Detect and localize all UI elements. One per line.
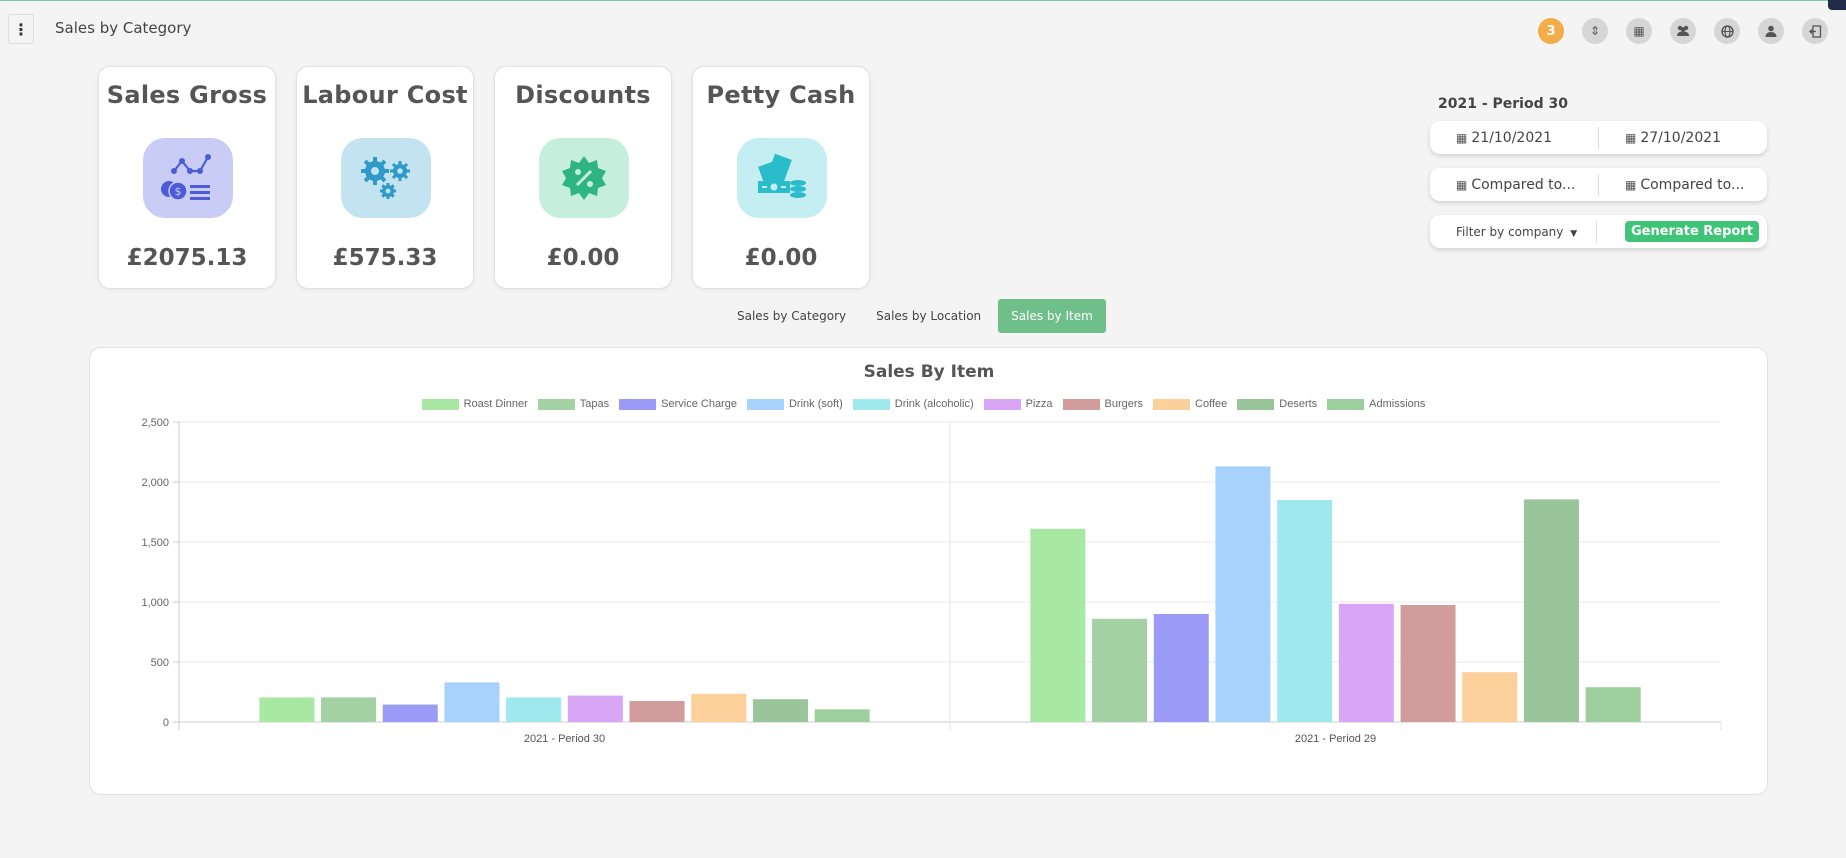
sort-icon[interactable]: ⇕ [1582,18,1608,44]
bar-admissions [1585,687,1641,722]
logout-icon[interactable] [1802,18,1828,44]
calendar-icon: ▦ [1456,130,1468,145]
sales-chart-icon: $ [143,138,233,218]
card-title: Petty Cash [706,81,856,109]
gears-icon [341,138,431,218]
bar-pizza [1338,603,1394,722]
sales-gross-card[interactable]: Sales Gross $ £2075.13 [98,66,276,289]
bar-service-charge [1153,614,1209,722]
chart-card: Roast Dinner Tapas Service Charge Drink (so… [89,347,1768,795]
caret-down-icon: ▼ [1570,228,1578,239]
compare-to-field[interactable]: ▦ Compared to... [1599,177,1767,193]
filter-label: Filter by company [1456,224,1564,239]
compare-range-picker: ▦ Compared to... ▦ Compared to... [1430,168,1767,201]
y-tick-label: 500 [151,657,169,669]
bar-tapas [1092,618,1148,722]
discount-badge-icon [539,138,629,218]
card-value: £0.00 [744,245,818,271]
x-tick-label: 2021 - Period 29 [1295,733,1376,745]
bar-drink-alcoholic [1277,500,1333,722]
date-range-picker: ▦ 21/10/2021 ▦ 27/10/2021 [1430,121,1767,154]
period-title: 2021 - Period 30 [1438,96,1568,112]
sales-by-item-chart: Sales By Item 0 500 1,000 1,500 2,000 2,500 202… [141,362,1722,745]
users-icon[interactable] [1670,18,1696,44]
bar-drink-soft [444,682,500,722]
card-title: Sales Gross [106,81,268,109]
calendar-icon: ▦ [1625,130,1637,145]
y-tick-label: 2,500 [141,417,169,429]
company-filter-dropdown[interactable]: Filter by company ▼ [1430,225,1596,239]
bar-roast-dinner [259,697,315,722]
bar-pizza [567,695,623,722]
bar-drink-alcoholic [506,697,562,722]
generate-report-button[interactable]: Generate Report [1625,221,1759,242]
divider [1596,220,1597,243]
bar-deserts [752,699,808,722]
card-value: £575.33 [332,245,438,271]
report-controls: Filter by company ▼ Generate Report [1430,215,1767,248]
grid-icon[interactable]: ▦ [1626,18,1652,44]
chart-title: Sales By Item [864,362,995,382]
bar-roast-dinner [1030,528,1086,722]
top-accent-line [0,0,1846,3]
y-tick-label: 2,000 [141,477,169,489]
bar-service-charge [382,704,438,722]
date-from-value: 21/10/2021 [1471,129,1553,146]
labour-cost-card[interactable]: Labour Cost £575.33 [296,66,474,289]
calendar-icon: ▦ [1456,177,1468,192]
tab-sales-by-location[interactable]: Sales by Location [863,299,994,333]
kebab-menu-icon[interactable]: ⋮ [8,14,34,44]
bar-drink-soft [1215,466,1271,722]
globe-icon[interactable] [1714,18,1740,44]
bar-burgers [1400,605,1456,722]
y-tick-label: 1,000 [141,597,169,609]
bar-admissions [814,709,870,722]
card-value: £0.00 [546,245,620,271]
bar-coffee [1462,672,1518,722]
user-icon[interactable] [1758,18,1784,44]
bar-tapas [321,697,377,722]
compare-from-field[interactable]: ▦ Compared to... [1430,177,1598,193]
compare-to-value: Compared to... [1640,176,1745,193]
cash-icon [737,138,827,218]
x-tick-label: 2021 - Period 30 [524,733,605,745]
y-tick-label: 0 [163,717,169,729]
card-value: £2075.13 [126,245,248,271]
bar-coffee [691,693,747,722]
date-from-field[interactable]: ▦ 21/10/2021 [1430,130,1598,146]
card-title: Labour Cost [302,81,468,109]
page-title: Sales by Category [55,19,192,37]
petty-cash-card[interactable]: Petty Cash £0.00 [692,66,870,289]
bar-deserts [1523,499,1579,722]
corner-widget[interactable] [1828,0,1846,10]
date-to-value: 27/10/2021 [1640,129,1722,146]
compare-from-value: Compared to... [1471,176,1576,193]
discounts-card[interactable]: Discounts £0.00 [494,66,672,289]
date-to-field[interactable]: ▦ 27/10/2021 [1599,130,1767,146]
report-tabs: Sales by Category Sales by Location Sale… [724,299,1110,333]
kpi-cards: Sales Gross $ £2075.13 Labour Cost £575.… [98,66,890,289]
svg-text:$: $ [175,185,182,198]
calendar-icon: ▦ [1625,177,1637,192]
tab-sales-by-category[interactable]: Sales by Category [724,299,859,333]
notification-badge[interactable]: 3 [1538,18,1564,44]
tab-sales-by-item[interactable]: Sales by Item [998,299,1106,333]
card-title: Discounts [515,81,651,109]
bar-burgers [629,701,685,722]
y-tick-label: 1,500 [141,537,169,549]
header-icon-bar: 3 ⇕ ▦ [1538,18,1846,44]
